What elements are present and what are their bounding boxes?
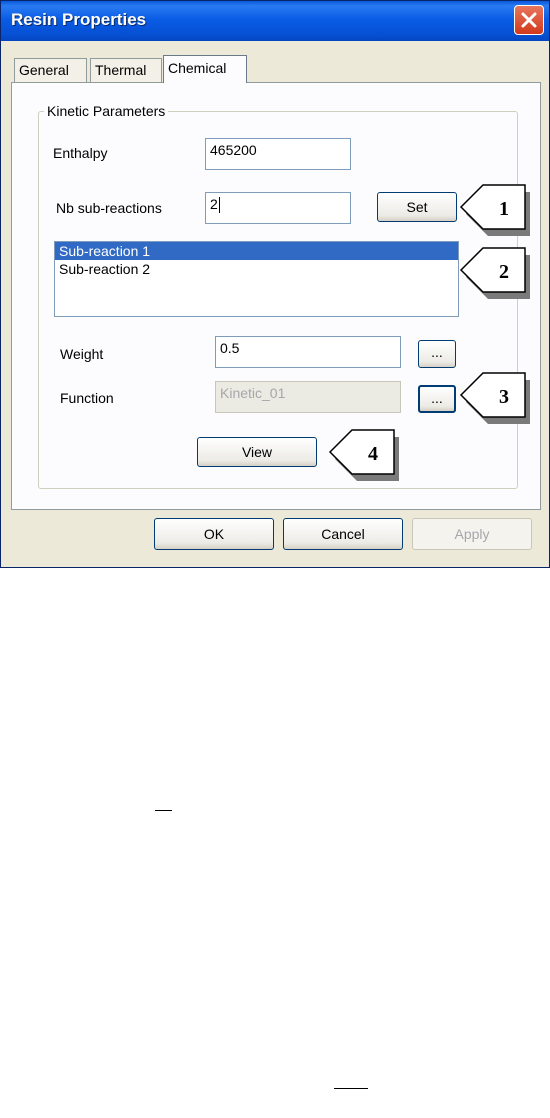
enthalpy-input[interactable]: 465200 <box>205 138 351 170</box>
callout-number: 4 <box>368 443 378 465</box>
callout-3: 3 <box>459 372 530 424</box>
weight-label: Weight <box>60 346 104 362</box>
tab-label: Thermal <box>95 62 147 78</box>
set-button-label: Set <box>406 199 428 215</box>
function-value: Kinetic_01 <box>220 385 286 401</box>
window-title: Resin Properties <box>11 10 147 29</box>
weight-value: 0.5 <box>220 340 240 356</box>
browse-label: ... <box>431 390 443 406</box>
tab-general[interactable]: General <box>14 58 87 82</box>
divider-mark <box>155 810 172 811</box>
close-button[interactable] <box>514 5 544 35</box>
function-label: Function <box>60 390 114 406</box>
enthalpy-value: 465200 <box>210 142 257 158</box>
function-browse-button[interactable]: ... <box>418 385 456 413</box>
callout-2: 2 <box>459 247 530 299</box>
nb-subreactions-label: Nb sub-reactions <box>56 200 162 216</box>
group-title: Kinetic Parameters <box>44 103 169 119</box>
ok-button[interactable]: OK <box>154 518 274 550</box>
nb-subreactions-input[interactable]: 2 <box>205 192 351 224</box>
tab-chemical[interactable]: Chemical <box>163 55 247 83</box>
callout-1: 1 <box>459 184 530 236</box>
tab-thermal[interactable]: Thermal <box>90 58 162 82</box>
list-item-label: Sub-reaction 2 <box>59 261 151 277</box>
ok-button-label: OK <box>203 526 225 542</box>
list-item-label: Sub-reaction 1 <box>59 243 151 259</box>
callout-number: 3 <box>499 386 509 408</box>
apply-button-label: Apply <box>454 526 490 542</box>
weight-browse-button[interactable]: ... <box>418 340 456 368</box>
function-input: Kinetic_01 <box>215 381 401 413</box>
divider-mark <box>334 1088 368 1089</box>
callout-number: 2 <box>499 261 509 283</box>
view-button[interactable]: View <box>197 437 317 467</box>
close-icon <box>521 12 537 28</box>
cancel-button[interactable]: Cancel <box>283 518 403 550</box>
list-item-subreaction-2[interactable]: Sub-reaction 2 <box>55 260 458 278</box>
nb-subreactions-value: 2 <box>210 196 218 212</box>
enthalpy-label: Enthalpy <box>53 145 108 161</box>
title-bar[interactable]: Resin Properties <box>1 1 549 41</box>
view-button-label: View <box>241 444 273 460</box>
tab-label: Chemical <box>168 60 227 76</box>
cancel-button-label: Cancel <box>321 526 365 542</box>
callout-4: 4 <box>328 429 399 481</box>
tab-label: General <box>19 62 69 78</box>
list-item-subreaction-1[interactable]: Sub-reaction 1 <box>55 242 458 260</box>
text-caret <box>218 197 220 214</box>
apply-button: Apply <box>412 518 532 550</box>
callout-number: 1 <box>499 198 509 220</box>
set-button[interactable]: Set <box>377 192 457 222</box>
weight-input[interactable]: 0.5 <box>215 336 401 368</box>
subreaction-list[interactable]: Sub-reaction 1 Sub-reaction 2 <box>54 241 459 317</box>
browse-label: ... <box>431 344 443 360</box>
